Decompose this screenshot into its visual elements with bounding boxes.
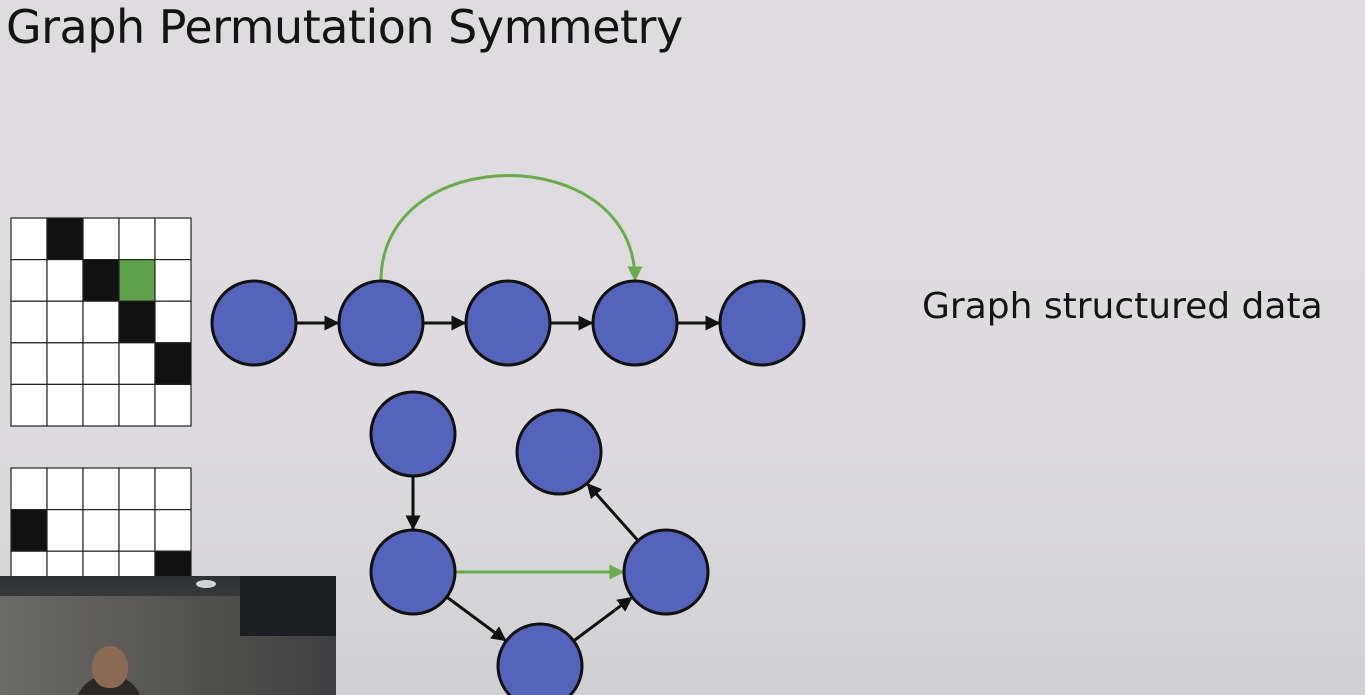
chain-node [718,279,806,367]
matrix-cell [10,300,48,344]
matrix-cell [154,342,192,385]
matrix-cell [10,383,48,427]
dag-node [369,528,457,616]
matrix-cell [10,342,48,385]
matrix-cell [154,467,192,511]
dag-edge [572,596,633,643]
matrix-cell [154,300,192,344]
dag-edge [445,595,507,642]
matrix-cell [82,509,120,552]
matrix-cell [82,217,120,261]
matrix-cell [46,509,84,552]
matrix-cell [118,509,156,552]
chain-node [210,279,298,367]
matrix-cell [10,259,48,302]
chain-node [337,279,425,367]
matrix-cell [118,300,156,344]
matrix-cell [82,300,120,344]
matrix-cell [46,467,84,511]
chain-node [591,279,679,367]
webcam-panel [240,576,336,636]
matrix-cell [46,217,84,261]
dag-node [369,390,457,478]
matrix-cell [154,217,192,261]
adjacency-matrices [10,217,192,594]
matrix-cell [46,383,84,427]
matrix-cell [82,467,120,511]
matrix-cell [118,383,156,427]
dag-edge [586,482,640,542]
matrix-cell [154,509,192,552]
dag-node [622,528,710,616]
matrix-cell [118,217,156,261]
matrix-cell [82,259,120,302]
webcam-light [196,580,216,588]
matrix-cell [154,259,192,302]
dag-node [515,408,603,496]
matrix-cell [46,259,84,302]
matrix-cell [118,467,156,511]
matrix-cell [10,467,48,511]
matrix-cell [46,342,84,385]
graph-structured-data-label: Graph structured data [922,286,1323,327]
matrix-cell [118,342,156,385]
matrix-cell [118,259,156,302]
presenter-head [92,646,128,688]
matrix-cell [10,217,48,261]
matrix-cell [154,383,192,427]
matrix-cell [46,300,84,344]
chain-node [464,279,552,367]
matrix-cell [10,509,48,552]
presenter-video-icon [0,576,336,695]
chain-highlight-edge [379,174,643,282]
dag-node [496,622,584,695]
matrix-cell [82,383,120,427]
matrix-cell [82,342,120,385]
